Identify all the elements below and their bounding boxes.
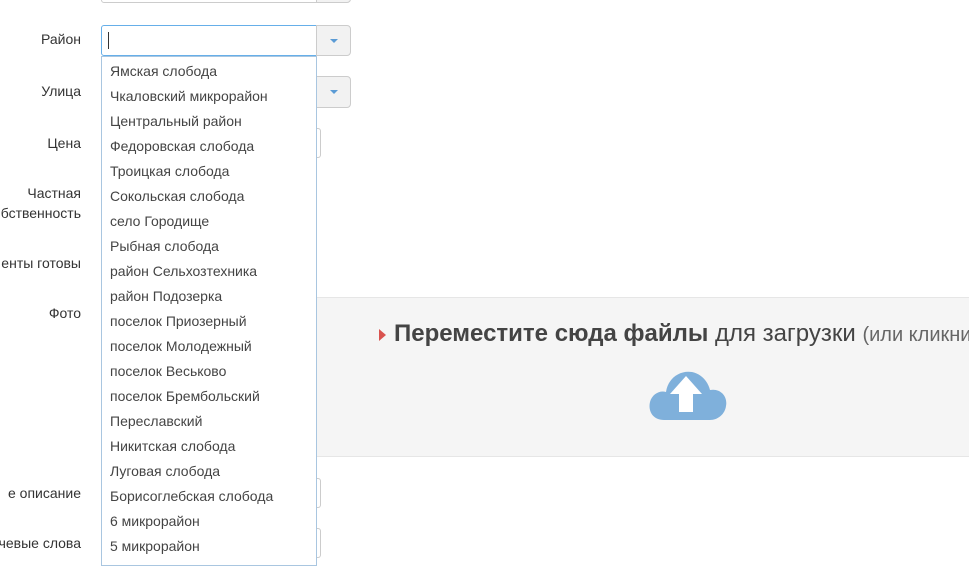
caret-right-icon <box>379 329 386 341</box>
district-option[interactable]: Троицкая слобода <box>102 159 316 184</box>
district-option[interactable]: Федоровская слобода <box>102 134 316 159</box>
photo-dropzone[interactable]: Переместите сюда файлы для загрузки (или… <box>317 297 969 457</box>
district-option[interactable]: Центральный район <box>102 109 316 134</box>
district-option[interactable]: Сокольская слобода <box>102 184 316 209</box>
dropzone-title-strong: Переместите сюда файлы <box>394 320 709 347</box>
district-input[interactable] <box>101 25 317 56</box>
district-option[interactable]: Луговая слобода <box>102 459 316 484</box>
district-option[interactable]: поселок Веськово <box>102 359 316 384</box>
photo-label: Фото <box>48 305 81 321</box>
district-option[interactable]: Борисоглебская слобода <box>102 484 316 509</box>
district-option[interactable]: поселок Брембольский <box>102 384 316 409</box>
district-label: Район <box>41 31 81 47</box>
district-dropdown-list[interactable]: Ямская слобода Чкаловский микрорайон Цен… <box>101 56 317 566</box>
district-option[interactable]: район Сельхозтехника <box>102 259 316 284</box>
district-option[interactable]: поселок Приозерный <box>102 309 316 334</box>
district-option[interactable]: Ямская слобода <box>102 59 316 84</box>
text-cursor <box>108 32 109 49</box>
street-label: Улица <box>41 83 81 99</box>
district-option[interactable]: Никитская слобода <box>102 434 316 459</box>
district-option[interactable]: 5 микрорайон <box>102 534 316 559</box>
district-dropdown-button[interactable] <box>316 25 351 56</box>
top-field-input[interactable] <box>101 0 317 3</box>
private-ownership-label-line2: бственность <box>0 205 81 221</box>
price-label: Цена <box>47 135 81 151</box>
top-field-button[interactable] <box>316 0 351 3</box>
street-dropdown-button[interactable] <box>316 76 351 108</box>
cloud-upload-icon[interactable] <box>648 364 728 424</box>
district-option[interactable]: Чкаловский микрорайон <box>102 84 316 109</box>
keywords-label: чевые слова <box>0 535 81 551</box>
documents-ready-label: енты готовы <box>1 255 81 271</box>
dropzone-title: Переместите сюда файлы для загрузки (или… <box>394 320 969 348</box>
district-option[interactable]: поселок Молодежный <box>102 334 316 359</box>
chevron-down-icon <box>330 39 338 43</box>
chevron-down-icon <box>330 90 338 94</box>
district-option[interactable]: район Подозерка <box>102 284 316 309</box>
district-option[interactable]: 6 микрорайон <box>102 509 316 534</box>
private-ownership-label-line1: Частная <box>27 185 81 201</box>
description-label: е описание <box>8 485 81 501</box>
district-option[interactable]: Переславский <box>102 409 316 434</box>
district-option[interactable]: Рыбная слобода <box>102 234 316 259</box>
dropzone-hint: (или кликните <box>862 324 969 346</box>
dropzone-title-middle: для загрузки <box>708 320 863 347</box>
district-option[interactable]: село Городище <box>102 209 316 234</box>
